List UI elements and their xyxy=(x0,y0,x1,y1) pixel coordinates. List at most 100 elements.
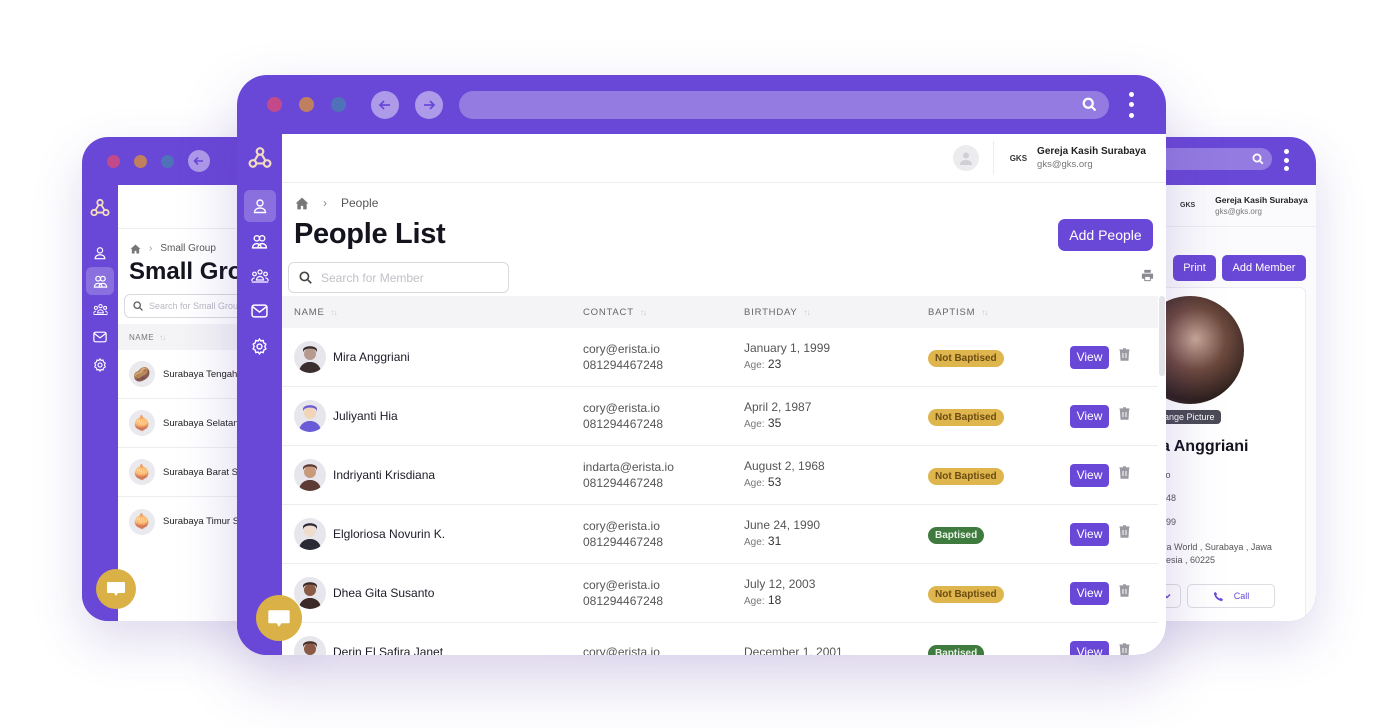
search-field[interactable] xyxy=(288,262,509,293)
delete-button[interactable] xyxy=(1119,643,1130,655)
column-contact[interactable]: CONTACT ↑↓ xyxy=(583,307,744,318)
home-icon[interactable] xyxy=(130,243,141,254)
users-icon xyxy=(251,234,268,249)
minimize-dot[interactable] xyxy=(134,154,147,168)
column-baptism[interactable]: BAPTISM ↑↓ xyxy=(928,307,1070,318)
titlebar xyxy=(237,75,1166,134)
table-row[interactable]: Elgloriosa Novurin K. cory@erista.io 081… xyxy=(282,505,1158,564)
baptism-badge: Baptised xyxy=(928,526,985,544)
avatar xyxy=(294,459,326,491)
table-row[interactable]: Indriyanti Krisdiana indarta@erista.io 0… xyxy=(282,446,1158,505)
group-name: Surabaya Selatan xyxy=(163,417,239,429)
chat-button[interactable] xyxy=(256,595,302,641)
phone-icon xyxy=(1213,591,1223,601)
back-button[interactable] xyxy=(188,150,210,172)
user-avatar[interactable] xyxy=(952,145,979,171)
sidebar-item-messages[interactable] xyxy=(86,323,114,351)
url-bar[interactable] xyxy=(459,90,1109,119)
table-header: NAME ↑↓ CONTACT ↑↓ BIRTHDAY ↑↓ BAPTISM ↑↓ xyxy=(282,296,1158,328)
profile-card: hange Picture a Anggriani .io 248 999 tr… xyxy=(1160,287,1306,621)
chat-icon xyxy=(268,609,290,627)
add-people-button[interactable]: Add People xyxy=(1058,219,1153,251)
table-row[interactable]: Juliyanti Hia cory@erista.io 08129446724… xyxy=(282,387,1158,446)
delete-button[interactable] xyxy=(1119,525,1130,543)
column-label: BAPTISM xyxy=(928,306,976,318)
chat-button[interactable] xyxy=(96,569,136,609)
call-button[interactable]: Call xyxy=(1187,584,1275,608)
avatar xyxy=(294,636,326,655)
back-button[interactable] xyxy=(371,90,399,119)
scrollbar[interactable] xyxy=(1159,296,1165,376)
printer-icon xyxy=(1141,269,1154,282)
mail-icon xyxy=(93,331,107,343)
cell-name: Elgloriosa Novurin K. xyxy=(282,518,583,550)
age-value: 18 xyxy=(767,593,782,607)
sidebar-item-small-group[interactable] xyxy=(86,267,114,295)
delete-button[interactable] xyxy=(1119,348,1130,366)
sort-icon[interactable]: ↑↓ xyxy=(159,333,166,342)
view-button[interactable]: View xyxy=(1070,581,1109,605)
change-picture-button[interactable]: hange Picture xyxy=(1161,410,1221,424)
age-label: Age: xyxy=(744,360,765,371)
sidebar-item-people[interactable] xyxy=(86,239,114,267)
column-name[interactable]: NAME xyxy=(129,333,154,342)
more-menu-button[interactable] xyxy=(1284,149,1289,171)
profile-name: a Anggriani xyxy=(1161,438,1249,455)
person-name: Dhea Gita Susanto xyxy=(333,586,435,600)
sidebar xyxy=(237,134,282,655)
table-row[interactable]: Derin El Safira Janet cory@erista.io Dec… xyxy=(282,623,1158,655)
delete-button[interactable] xyxy=(1119,407,1130,425)
sort-icon: ↑↓ xyxy=(639,307,647,317)
sidebar-item-messages[interactable] xyxy=(244,295,276,327)
group-avatar: 🥔 xyxy=(129,361,155,387)
maximize-dot[interactable] xyxy=(161,154,174,168)
sidebar-item-groups[interactable] xyxy=(244,260,276,292)
forward-button[interactable] xyxy=(415,90,443,119)
arrow-left-icon xyxy=(193,156,203,166)
person-illustration-icon xyxy=(299,405,321,432)
cell-contact: cory@erista.io xyxy=(583,644,744,655)
minimize-dot[interactable] xyxy=(299,97,314,112)
view-button[interactable]: View xyxy=(1070,522,1109,546)
home-icon[interactable] xyxy=(295,197,309,210)
sidebar-item-settings[interactable] xyxy=(86,351,114,379)
avatar xyxy=(294,341,326,373)
delete-button[interactable] xyxy=(1119,466,1130,484)
search-input[interactable] xyxy=(321,270,491,285)
person-birthday: April 2, 1987 xyxy=(744,400,812,414)
close-dot[interactable] xyxy=(107,154,120,168)
person-age: Age: 18 xyxy=(744,592,928,610)
view-button[interactable]: View xyxy=(1070,404,1109,428)
sidebar-item-people[interactable] xyxy=(243,190,276,222)
column-birthday[interactable]: BIRTHDAY ↑↓ xyxy=(744,307,928,318)
search-icon xyxy=(299,271,312,284)
column-name[interactable]: NAME ↑↓ xyxy=(282,307,583,318)
delete-button[interactable] xyxy=(1119,584,1130,602)
maximize-dot[interactable] xyxy=(331,97,346,112)
sidebar-item-settings[interactable] xyxy=(244,330,276,362)
add-member-button[interactable]: Add Member xyxy=(1222,255,1306,281)
view-button[interactable]: View xyxy=(1070,640,1109,655)
print-button[interactable]: Print xyxy=(1173,255,1216,281)
view-button[interactable]: View xyxy=(1070,345,1109,369)
person-birthday: July 12, 2003 xyxy=(744,577,816,591)
divider xyxy=(992,141,994,175)
table-row[interactable]: Mira Anggriani cory@erista.io 0812944672… xyxy=(282,328,1158,387)
sort-icon: ↑↓ xyxy=(981,307,988,317)
table-row[interactable]: Dhea Gita Susanto cory@erista.io 0812944… xyxy=(282,564,1158,623)
print-button[interactable] xyxy=(1141,269,1154,287)
person-illustration-icon xyxy=(303,641,317,655)
org-info[interactable]: Gereja Kasih Surabaya gks@gks.org xyxy=(1037,146,1146,170)
cell-birthday: July 12, 2003 Age: 18 xyxy=(744,576,928,610)
sidebar-item-small-group[interactable] xyxy=(244,225,276,257)
close-dot[interactable] xyxy=(267,97,282,112)
user-icon xyxy=(959,152,972,165)
person-birthday: January 1, 1999 xyxy=(744,341,831,355)
person-name: Elgloriosa Novurin K. xyxy=(333,527,446,541)
sidebar-item-groups[interactable] xyxy=(86,295,114,323)
view-button[interactable]: View xyxy=(1070,463,1109,487)
person-birthday: December 1, 2001 xyxy=(744,645,843,655)
sort-icon: ↑↓ xyxy=(330,307,338,317)
more-menu-button[interactable] xyxy=(1129,91,1134,118)
age-label: Age: xyxy=(744,478,765,489)
